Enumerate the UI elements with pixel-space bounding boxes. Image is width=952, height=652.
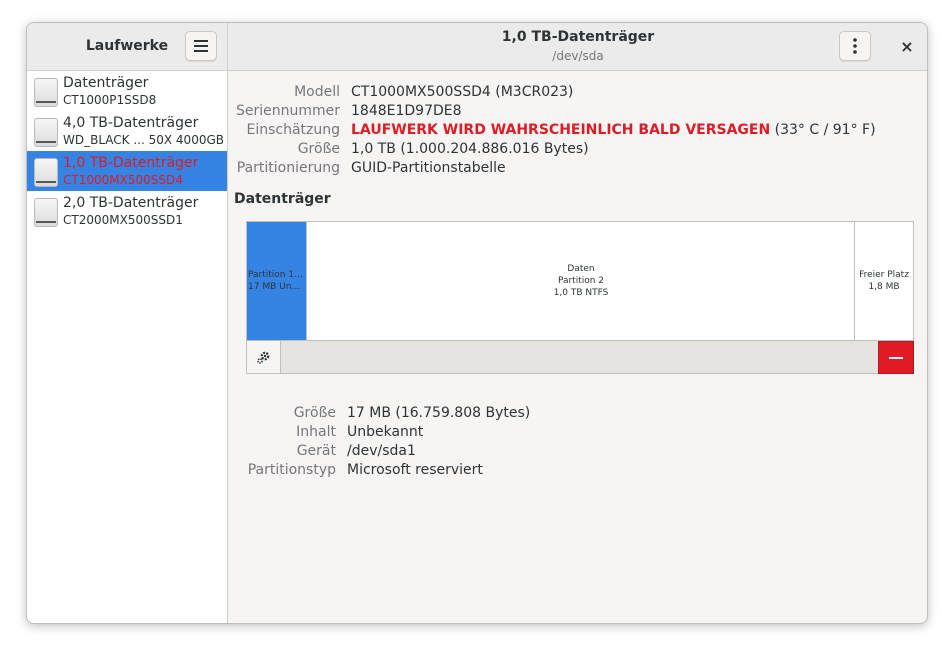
page-title: 1,0 TB-Datenträger [501, 29, 655, 45]
gears-icon [256, 351, 269, 364]
partition-label: 17 MB Unbe... [248, 282, 305, 292]
minus-icon [889, 356, 903, 359]
drive-model: CT2000MX500SSD1 [63, 213, 183, 227]
partition-label: Partition 1: ... [248, 270, 305, 280]
drive-details: Modell CT1000MX500SSD4 (M3CR023) Serienn… [228, 71, 927, 623]
size-label: Größe [297, 141, 340, 157]
volumes-section-title: Datenträger [234, 191, 331, 207]
partition-toolbar [246, 341, 914, 374]
drive-name: 4,0 TB-Datenträger [63, 115, 199, 131]
drive-list-item[interactable]: Datenträger CT1000P1SSD8 [27, 71, 227, 111]
partition-type-value: Microsoft reserviert [347, 462, 483, 478]
partition-size-value: 17 MB (16.759.808 Bytes) [347, 405, 531, 421]
partitioning-label: Partitionierung [236, 160, 340, 176]
partitioning-value: GUID-Partitionstabelle [351, 160, 506, 176]
drive-model: CT1000P1SSD8 [63, 93, 157, 107]
close-button[interactable]: × [891, 31, 923, 61]
hard-disk-icon [34, 158, 58, 187]
partition-content-value: Unbekannt [347, 424, 424, 440]
serial-label: Seriennummer [235, 103, 340, 119]
drive-model: CT1000MX500SSD4 [63, 173, 183, 187]
partition-map: Partition 1: ... 17 MB Unbe... Daten Par… [246, 221, 914, 341]
close-icon: × [900, 36, 914, 56]
partition-device-value: /dev/sda1 [347, 443, 416, 459]
hamburger-icon [194, 40, 208, 52]
partition-options-button[interactable] [247, 341, 281, 373]
partition-type-label: Partitionstyp [247, 462, 336, 478]
model-label: Modell [294, 84, 340, 100]
temperature-text: (33° C / 91° F) [770, 122, 876, 138]
drive-list-item[interactable]: 2,0 TB-Datenträger CT2000MX500SSD1 [27, 191, 227, 231]
partition-label: Daten [567, 264, 595, 274]
page-subtitle: /dev/sda [552, 49, 604, 63]
delete-partition-button[interactable] [878, 341, 914, 374]
assessment-label: Einschätzung [246, 122, 340, 138]
drive-model: WD_BLACK ... 50X 4000GB [63, 133, 224, 147]
model-value: CT1000MX500SSD4 (M3CR023) [351, 84, 574, 100]
assessment-value: LAUFWERK WIRD WAHRSCHEINLICH BALD VERSAG… [351, 122, 876, 138]
smart-warning-text: LAUFWERK WIRD WAHRSCHEINLICH BALD VERSAG… [351, 122, 771, 138]
hard-disk-icon [34, 198, 58, 227]
vertical-dots-icon [853, 38, 857, 54]
partition-content-label: Inhalt [296, 424, 336, 440]
partition-size-label: Größe [293, 405, 336, 421]
header-bar: Laufwerke 1,0 TB-Datenträger /dev/sda × [27, 23, 927, 71]
drive-sidebar: Datenträger CT1000P1SSD8 4,0 TB-Datenträ… [27, 71, 228, 623]
drive-name: Datenträger [63, 75, 149, 91]
drive-list-item-selected[interactable]: 1,0 TB-Datenträger CT1000MX500SSD4 [27, 151, 227, 191]
partition-segment[interactable]: Daten Partition 2 1,0 TB NTFS [306, 222, 855, 340]
partition-segment-selected[interactable]: Partition 1: ... 17 MB Unbe... [247, 222, 306, 340]
hard-disk-icon [34, 78, 58, 107]
size-value: 1,0 TB (1.000.204.886.016 Bytes) [351, 141, 589, 157]
drive-list-item[interactable]: 4,0 TB-Datenträger WD_BLACK ... 50X 4000… [27, 111, 227, 151]
main-menu-button[interactable] [185, 31, 217, 61]
free-space-segment[interactable]: Freier Platz 1,8 MB [854, 222, 913, 340]
partition-label: 1,8 MB [868, 282, 900, 292]
partition-device-label: Gerät [296, 443, 336, 459]
disks-window: Laufwerke 1,0 TB-Datenträger /dev/sda × … [26, 22, 928, 624]
drive-name: 1,0 TB-Datenträger [63, 155, 199, 171]
partition-label: 1,0 TB NTFS [553, 288, 609, 298]
drive-name: 2,0 TB-Datenträger [63, 195, 199, 211]
serial-value: 1848E1D97DE8 [351, 103, 462, 119]
partition-label: Partition 2 [557, 276, 605, 286]
hard-disk-icon [34, 118, 58, 147]
partition-label: Freier Platz [859, 270, 909, 280]
drive-options-button[interactable] [839, 31, 871, 61]
